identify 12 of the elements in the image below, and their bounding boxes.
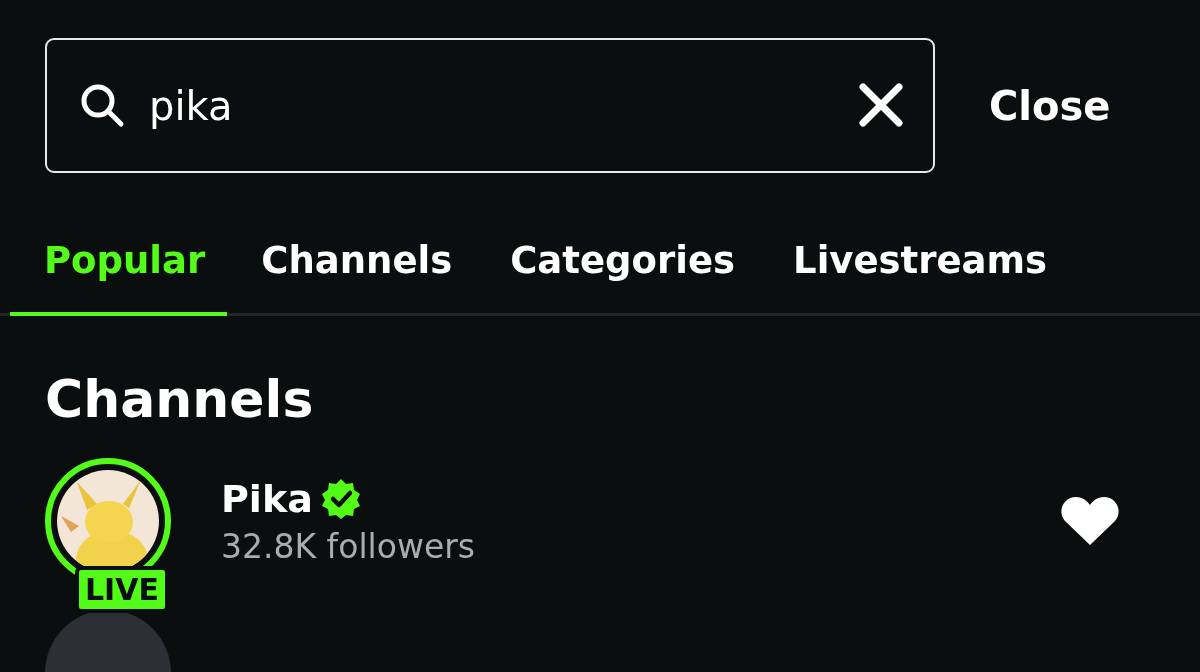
channel-name[interactable]: Pika — [221, 476, 313, 521]
close-button[interactable]: Close — [989, 82, 1111, 129]
search-field[interactable]: pika — [45, 38, 935, 173]
heart-icon[interactable] — [1060, 495, 1120, 548]
tab[interactable]: Categories — [510, 225, 766, 316]
search-icon — [79, 82, 125, 128]
tab[interactable]: Popular — [10, 225, 228, 316]
clear-icon[interactable] — [859, 83, 903, 127]
follower-count: 32.8K followers — [221, 526, 476, 566]
tab[interactable]: Livestreams — [793, 225, 1078, 316]
section-title: Channels — [44, 368, 315, 431]
tab[interactable]: Channels — [261, 225, 483, 316]
